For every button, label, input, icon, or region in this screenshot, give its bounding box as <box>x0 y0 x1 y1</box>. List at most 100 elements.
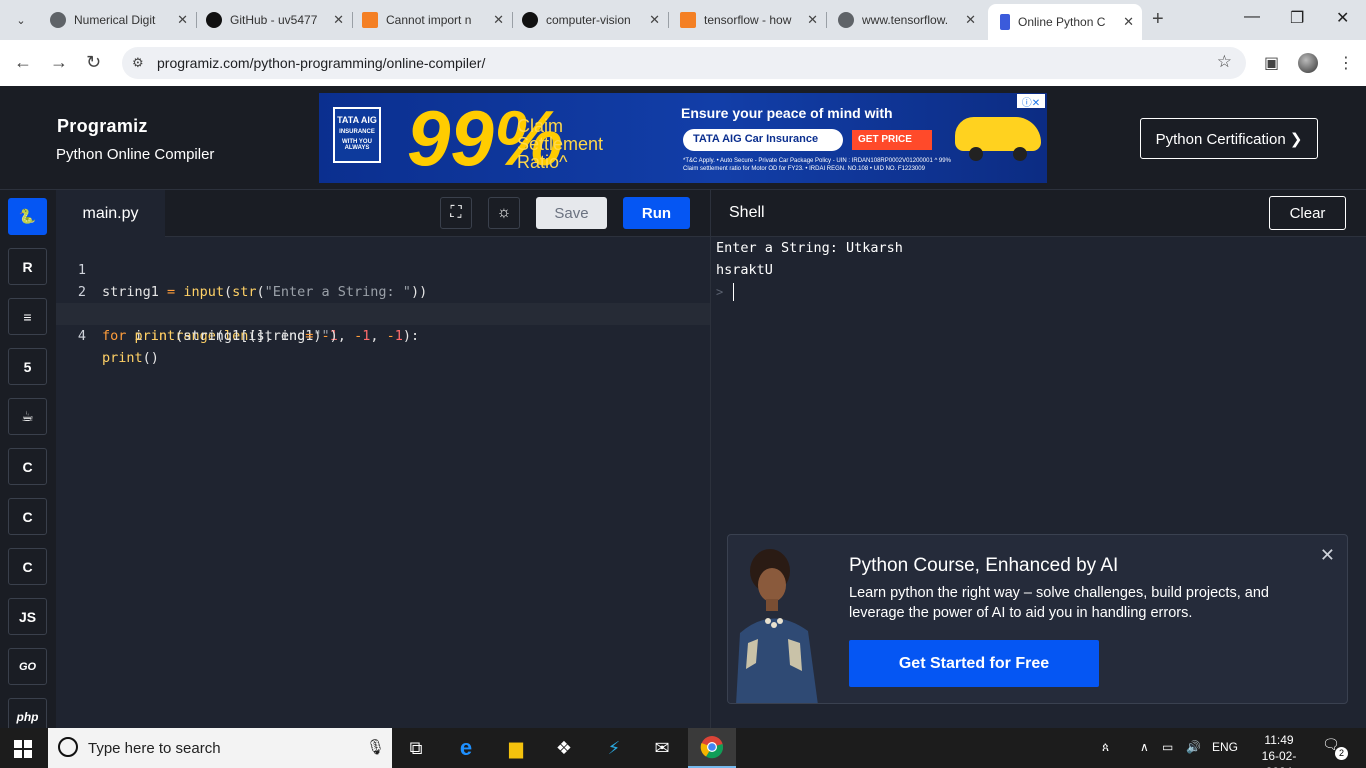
microphone-icon[interactable]: 🎙 <box>366 738 385 756</box>
browser-tab-2[interactable]: GitHub - uv5477 ✕ <box>196 6 352 34</box>
page-title: Python Online Compiler <box>56 146 215 163</box>
ad-brand: TATA AIG <box>337 115 377 125</box>
save-button[interactable]: Save <box>536 197 607 229</box>
lang-sql[interactable]: ≡ <box>8 298 47 335</box>
php-icon: php <box>16 709 39 724</box>
window-close-button[interactable]: ✕ <box>1336 8 1349 28</box>
browser-tab-6[interactable]: www.tensorflow. ✕ <box>828 6 984 34</box>
reload-icon[interactable]: ↻ <box>86 52 101 73</box>
close-icon[interactable]: ✕ <box>333 12 344 28</box>
profile-avatar[interactable] <box>1298 53 1318 73</box>
close-icon[interactable]: ✕ <box>493 12 504 28</box>
edge-icon[interactable]: e <box>452 734 480 762</box>
fullscreen-icon[interactable]: ⛶ <box>440 197 472 229</box>
ad-tagline: WITH YOU ALWAYS <box>342 139 372 151</box>
new-tab-button[interactable]: + <box>1152 8 1164 31</box>
back-arrow-icon[interactable]: ← <box>14 52 32 73</box>
go-icon: GO <box>18 660 37 673</box>
code-text[interactable]: print(string1[i], end="") <box>102 325 338 347</box>
notification-badge: 2 <box>1335 747 1348 760</box>
shell-output-line: hsraktU <box>716 262 773 278</box>
close-icon[interactable]: ✕ <box>1123 14 1134 30</box>
ad-claim-line: Ratio^ <box>517 152 568 172</box>
volume-icon[interactable]: 🔊 <box>1186 740 1201 754</box>
shell-prompt: > <box>716 285 724 299</box>
theme-toggle-sun-icon[interactable]: ☼ <box>488 197 520 229</box>
browser-tab-1[interactable]: Numerical Digit ✕ <box>40 6 196 34</box>
site-settings-icon[interactable]: ⚙ <box>132 55 144 71</box>
taskbar-search-box[interactable]: Type here to search 🎙 <box>48 728 392 768</box>
lang-python[interactable]: 🐍 <box>8 198 47 235</box>
url-text[interactable]: programiz.com/python-programming/online-… <box>157 55 485 71</box>
notifications-icon[interactable]: 🗨 2 <box>1322 736 1348 760</box>
minimize-button[interactable]: — <box>1244 8 1260 26</box>
tab-search-button[interactable]: ⌄ <box>8 8 34 32</box>
lang-go[interactable]: GO <box>8 648 47 685</box>
shell-input-caret[interactable] <box>733 283 734 301</box>
close-icon[interactable]: ✕ <box>1320 545 1335 566</box>
ad-product-pill[interactable]: TATA AIG Car Insurance <box>683 129 843 151</box>
vscode-insiders-icon[interactable]: ⚡ <box>600 734 628 762</box>
lang-html[interactable]: 5 <box>8 348 47 385</box>
url-bar[interactable]: ⚙ programiz.com/python-programming/onlin… <box>122 47 1246 79</box>
windows-start-icon[interactable] <box>14 740 32 758</box>
close-icon[interactable]: ✕ <box>177 12 188 28</box>
tab-title: computer-vision <box>546 13 631 27</box>
chevron-up-icon[interactable]: ∧ <box>1140 740 1149 754</box>
task-view-icon[interactable]: ⧉ <box>402 734 430 762</box>
ad-get-price-button[interactable]: GET PRICE <box>852 130 932 150</box>
lang-cpp[interactable]: C <box>8 498 47 535</box>
programiz-logo[interactable]: Programiz <box>57 116 148 137</box>
menu-kebab-icon[interactable]: ⋮ <box>1338 53 1354 73</box>
search-placeholder[interactable]: Type here to search <box>88 740 221 757</box>
bookmark-star-icon[interactable]: ☆ <box>1217 52 1232 72</box>
code-text[interactable]: print() <box>102 347 159 369</box>
chrome-icon[interactable] <box>688 728 736 768</box>
file-explorer-icon[interactable]: ▆ <box>502 734 530 762</box>
clear-button[interactable]: Clear <box>1269 196 1346 230</box>
link-icon <box>50 12 66 28</box>
close-icon[interactable]: ✕ <box>807 12 818 28</box>
shell-output-line: Enter a String: Utkarsh <box>716 240 903 256</box>
code-editor[interactable]: 1 string1 = input(str("Enter a String: "… <box>56 237 710 728</box>
lang-c[interactable]: C <box>8 448 47 485</box>
browser-tab-5[interactable]: tensorflow - how ✕ <box>670 6 826 34</box>
close-icon[interactable]: ✕ <box>965 12 976 28</box>
dropbox-icon[interactable]: ❖ <box>550 734 578 762</box>
cpp-icon: C <box>22 508 33 525</box>
lang-js[interactable]: JS <box>8 598 47 635</box>
browser-tab-4[interactable]: computer-vision ✕ <box>512 6 668 34</box>
browser-tab-active[interactable]: Online Python C ✕ <box>988 4 1142 40</box>
code-line-current[interactable]: 4 print() <box>56 303 710 366</box>
github-icon <box>206 12 222 28</box>
code-line[interactable]: 2 ▾ for i in range(len(string1)-1, -1, -… <box>56 259 710 344</box>
python-certification-button[interactable]: Python Certification ❯ <box>1140 118 1318 159</box>
side-panel-icon[interactable]: ▣ <box>1264 53 1279 73</box>
lang-java[interactable]: ☕ <box>8 398 47 435</box>
sql-icon: ≡ <box>23 308 32 325</box>
forward-arrow-icon[interactable]: → <box>50 52 68 73</box>
file-tab-main-py[interactable]: main.py <box>56 190 165 237</box>
code-line[interactable]: 3 print(string1[i], end="") <box>56 281 710 344</box>
run-button[interactable]: Run <box>623 197 690 229</box>
restore-button[interactable]: ❐ <box>1290 8 1304 28</box>
lang-csharp[interactable]: C <box>8 548 47 585</box>
people-icon[interactable]: ጰ <box>1102 740 1109 755</box>
mail-icon[interactable]: ✉ <box>648 734 676 762</box>
network-icon[interactable]: ▭ <box>1162 740 1173 754</box>
tab-title: Online Python C <box>1018 15 1106 29</box>
r-icon: R <box>22 258 33 275</box>
browser-tab-3[interactable]: Cannot import n ✕ <box>352 6 512 34</box>
line-number: 4 <box>77 328 86 344</box>
system-clock[interactable]: 11:49 16-02-2024 <box>1250 732 1308 768</box>
browser-tab-strip: ⌄ Numerical Digit ✕ GitHub - uv5477 ✕ Ca… <box>0 0 1366 40</box>
promo-description: Learn python the right way – solve chall… <box>849 585 1269 621</box>
close-icon[interactable]: ✕ <box>649 12 660 28</box>
ad-close-icon[interactable]: ⓘ✕ <box>1017 94 1045 109</box>
lang-r[interactable]: R <box>8 248 47 285</box>
input-language[interactable]: ENG <box>1212 740 1238 754</box>
code-line[interactable]: 1 string1 = input(str("Enter a String: "… <box>56 237 710 300</box>
ad-banner[interactable]: TATA AIG INSURANCE WITH YOU ALWAYS 99% C… <box>319 93 1047 183</box>
car-image <box>955 117 1041 161</box>
get-started-button[interactable]: Get Started for Free <box>849 640 1099 687</box>
